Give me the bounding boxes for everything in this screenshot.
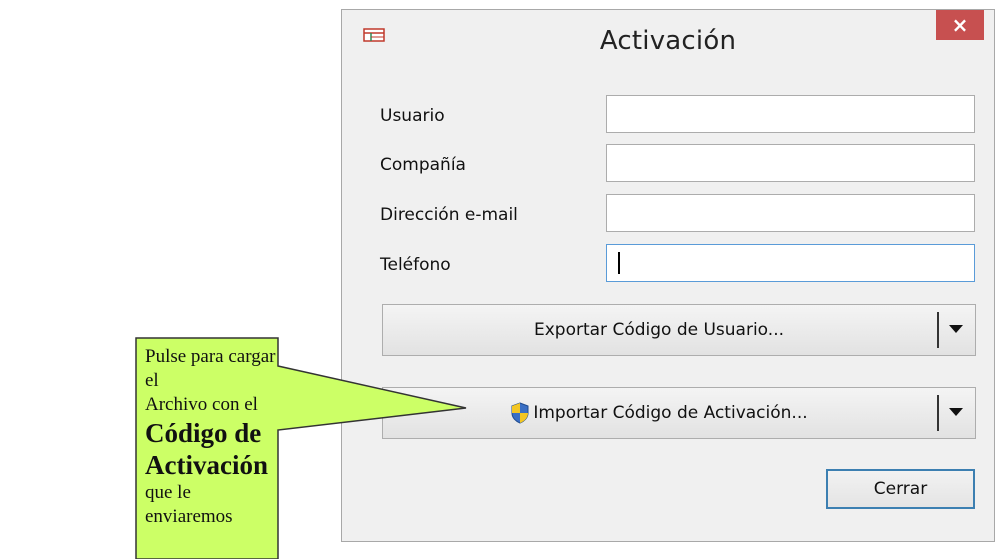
export-user-code-button[interactable]: Exportar Código de Usuario... [382, 304, 976, 356]
import-activation-code-main[interactable]: Importar Código de Activación... [383, 388, 935, 438]
uac-shield-icon [511, 402, 529, 424]
callout-line-1: Pulse para cargar el [145, 346, 276, 391]
callout-text: Pulse para cargar el Archivo con el Códi… [145, 345, 285, 529]
close-button[interactable]: × [936, 10, 984, 40]
user-label: Usuario [380, 106, 445, 126]
dialog-title: Activación [599, 26, 737, 56]
export-label: Exportar Código de Usuario... [533, 320, 784, 340]
company-label: Compañía [380, 155, 466, 175]
split-divider [937, 312, 939, 348]
export-user-code-main[interactable]: Exportar Código de Usuario... [383, 305, 935, 355]
email-input[interactable] [606, 194, 975, 232]
split-divider [937, 395, 939, 431]
company-input[interactable] [606, 144, 975, 182]
phone-label: Teléfono [380, 255, 451, 275]
activation-dialog: Activación × Usuario Compañía Dirección … [341, 9, 995, 542]
callout-line-3: que le [145, 482, 191, 503]
cerrar-button[interactable]: Cerrar [826, 469, 975, 509]
import-label: Importar Código de Activación... [533, 403, 808, 423]
title-bar: Activación × [342, 10, 994, 76]
user-input[interactable] [606, 95, 975, 133]
callout-bold-1: Código de [145, 418, 262, 448]
email-label: Dirección e-mail [380, 205, 518, 225]
import-activation-code-button[interactable]: Importar Código de Activación... [382, 387, 976, 439]
callout-line-4: enviaremos [145, 506, 233, 527]
callout-line-2: Archivo con el [145, 394, 258, 415]
text-caret [618, 252, 620, 274]
callout-bold-2: Activación [145, 450, 268, 480]
dropdown-arrow-icon[interactable] [949, 325, 963, 333]
dropdown-arrow-icon[interactable] [949, 408, 963, 416]
close-icon: × [951, 13, 969, 37]
phone-input[interactable] [606, 244, 975, 282]
